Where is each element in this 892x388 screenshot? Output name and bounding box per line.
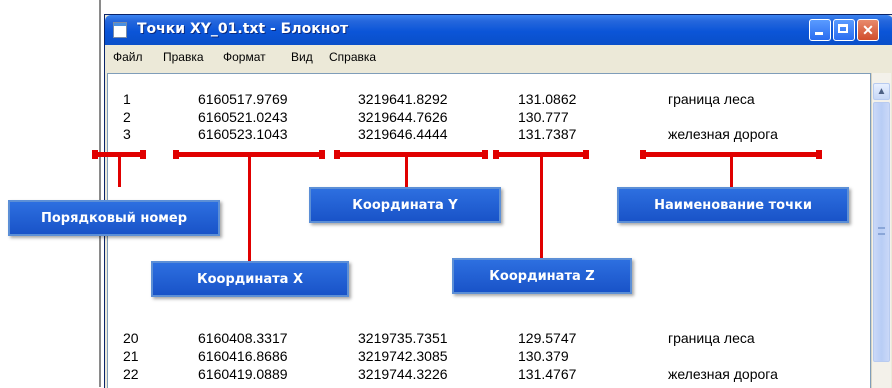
row22-x: 6160419.0889: [198, 366, 288, 382]
menu-file[interactable]: Файл: [113, 50, 143, 64]
connector-x: [248, 157, 251, 261]
connector-num: [118, 157, 121, 187]
minimize-button[interactable]: [809, 19, 831, 41]
window-title: Точки XY_01.txt - Блокнот: [137, 21, 349, 37]
row20-x: 6160408.3317: [198, 330, 288, 346]
row3-z: 131.7387: [518, 126, 577, 142]
connector-name: [730, 157, 733, 187]
notepad-icon[interactable]: [113, 22, 127, 38]
row22-num: 22: [123, 366, 139, 382]
row2-x: 6160521.0243: [198, 109, 288, 125]
row21-z: 130.379: [518, 348, 569, 364]
row22-z: 131.4767: [518, 366, 577, 382]
callout-point-name: Наименование точки: [617, 187, 849, 223]
row20-num: 20: [123, 330, 139, 346]
callout-coordinate-y: Координата Y: [309, 187, 501, 223]
row3-num: 3: [123, 126, 131, 142]
row20-z: 129.5747: [518, 330, 577, 346]
callout-coordinate-z: Координата Z: [452, 258, 632, 294]
menu-bar: Файл Правка Формат Вид Справка: [105, 45, 892, 69]
menu-help[interactable]: Справка: [329, 50, 376, 64]
background-left: [0, 0, 100, 387]
title-bar[interactable]: Точки XY_01.txt - Блокнот ✕: [105, 15, 892, 45]
callout-coordinate-x: Координата X: [151, 261, 349, 297]
row2-z: 130.777: [518, 109, 569, 125]
row20-name: граница леса: [668, 330, 755, 346]
bracket-y: [334, 150, 488, 159]
row21-x: 6160416.8686: [198, 348, 288, 364]
menu-format[interactable]: Формат: [223, 50, 266, 64]
text-editor-area[interactable]: 1 6160517.9769 3219641.8292 131.0862 гра…: [107, 73, 871, 388]
row1-z: 131.0862: [518, 91, 577, 107]
row3-name: железная дорога: [668, 126, 778, 142]
menu-view[interactable]: Вид: [291, 50, 313, 64]
row1-name: граница леса: [668, 91, 755, 107]
row21-y: 3219742.3085: [358, 348, 448, 364]
row22-name: железная дорога: [668, 366, 778, 382]
row1-y: 3219641.8292: [358, 91, 448, 107]
vertical-scrollbar[interactable]: ▲: [871, 73, 891, 388]
connector-y: [405, 157, 408, 187]
row3-y: 3219646.4444: [358, 126, 448, 142]
scroll-up-arrow-icon[interactable]: ▲: [873, 83, 890, 100]
background-divider: [99, 0, 101, 387]
connector-z: [540, 157, 543, 259]
row21-num: 21: [123, 348, 139, 364]
scroll-thumb[interactable]: [873, 102, 890, 362]
row3-x: 6160523.1043: [198, 126, 288, 142]
row20-y: 3219735.7351: [358, 330, 448, 346]
close-button[interactable]: ✕: [857, 19, 879, 41]
row1-x: 6160517.9769: [198, 91, 288, 107]
row22-y: 3219744.3226: [358, 366, 448, 382]
row2-num: 2: [123, 109, 131, 125]
row1-num: 1: [123, 91, 131, 107]
maximize-button[interactable]: [833, 19, 855, 41]
menu-edit[interactable]: Правка: [163, 50, 204, 64]
row2-y: 3219644.7626: [358, 109, 448, 125]
callout-sequence-number: Порядковый номер: [8, 200, 220, 236]
grip-icon: [878, 227, 885, 235]
